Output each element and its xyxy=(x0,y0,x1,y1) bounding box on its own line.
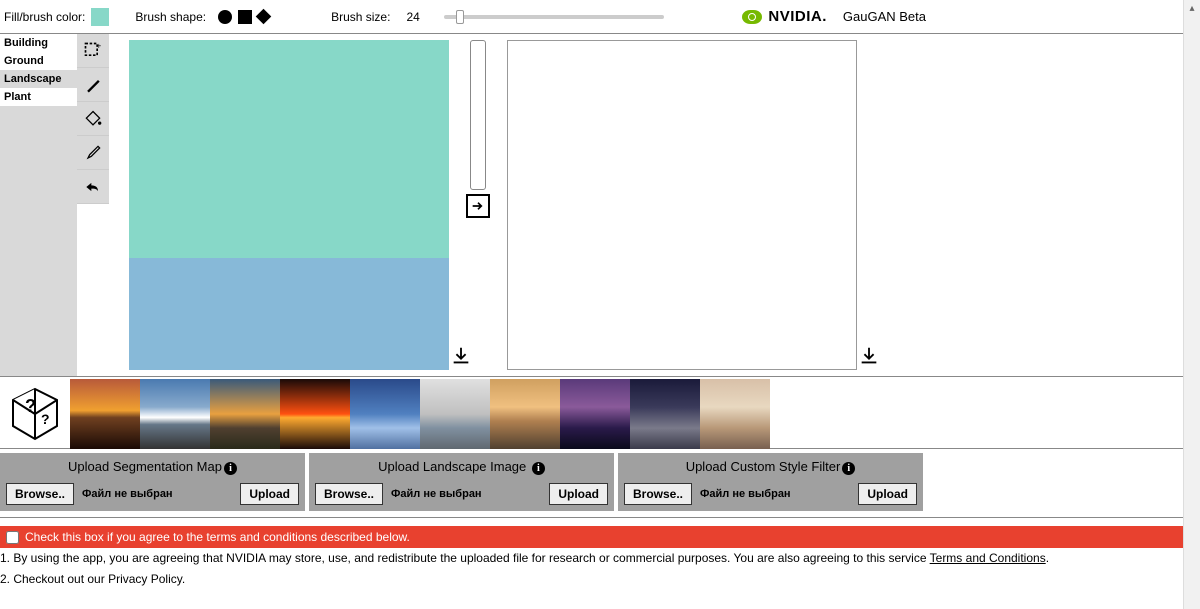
terms-section: Check this box if you agree to the terms… xyxy=(0,526,1200,590)
brush-shape-diamond[interactable] xyxy=(256,9,272,25)
upload-segmentation-card: Upload Segmentation Mapi Browse.. Файл н… xyxy=(0,453,305,511)
upload-landscape-card: Upload Landscape Image i Browse.. Файл н… xyxy=(309,453,614,511)
terms-checkbox[interactable] xyxy=(6,531,19,544)
scroll-up-arrow[interactable]: ▴ xyxy=(1184,0,1200,17)
brush-tool[interactable] xyxy=(77,68,109,102)
style-thumbnail-strip: ?? xyxy=(0,379,1200,449)
app-title: GauGAN Beta xyxy=(843,9,926,24)
nvidia-brand: NVIDIA. xyxy=(768,8,827,25)
fill-color-label: Fill/brush color: xyxy=(4,10,85,24)
page-scrollbar[interactable]: ▴ xyxy=(1183,0,1200,609)
style-thumb-5[interactable] xyxy=(350,379,420,449)
info-icon[interactable]: i xyxy=(532,462,545,475)
download-output-icon[interactable] xyxy=(857,344,881,368)
svg-text:+: + xyxy=(96,41,101,51)
fill-tool[interactable] xyxy=(77,102,109,136)
category-ground[interactable]: Ground xyxy=(0,52,77,70)
style-thumb-4[interactable] xyxy=(280,379,350,449)
output-canvas xyxy=(507,40,857,370)
style-file-status: Файл не выбран xyxy=(700,488,791,500)
brush-shape-label: Brush shape: xyxy=(135,10,206,24)
browse-style-button[interactable]: Browse.. xyxy=(624,483,692,505)
info-icon[interactable]: i xyxy=(842,462,855,475)
style-thumb-10[interactable] xyxy=(700,379,770,449)
upload-seg-title: Upload Segmentation Map xyxy=(68,459,222,474)
nvidia-logo-icon xyxy=(742,10,762,24)
eyedropper-tool[interactable] xyxy=(77,136,109,170)
svg-text:?: ? xyxy=(41,411,50,427)
category-building[interactable]: Building xyxy=(0,34,77,52)
brush-size-label: Brush size: xyxy=(331,10,390,24)
style-thumb-9[interactable] xyxy=(630,379,700,449)
seg-file-status: Файл не выбран xyxy=(82,488,173,500)
upload-style-title: Upload Custom Style Filter xyxy=(686,459,841,474)
upload-land-title: Upload Landscape Image xyxy=(378,459,530,474)
info-icon[interactable]: i xyxy=(224,462,237,475)
style-thumb-7[interactable] xyxy=(490,379,560,449)
terms-link[interactable]: Terms and Conditions xyxy=(930,551,1046,565)
undo-tool[interactable] xyxy=(77,170,109,204)
brush-shape-square[interactable] xyxy=(238,10,252,24)
terms-line-1: 1. By using the app, you are agreeing th… xyxy=(0,548,1200,569)
style-thumb-3[interactable] xyxy=(210,379,280,449)
upload-row: Upload Segmentation Mapi Browse.. Файл н… xyxy=(0,453,1200,518)
marquee-tool[interactable]: + xyxy=(77,34,109,68)
land-file-status: Файл не выбран xyxy=(391,488,482,500)
top-toolbar: Fill/brush color: Brush shape: Brush siz… xyxy=(0,0,1200,34)
style-thumb-6[interactable] xyxy=(420,379,490,449)
style-thumb-2[interactable] xyxy=(140,379,210,449)
style-thumb-8[interactable] xyxy=(560,379,630,449)
vertical-divider xyxy=(470,40,486,190)
main-workspace: Building Ground Landscape Plant + xyxy=(0,34,1200,377)
upload-style-card: Upload Custom Style Filteri Browse.. Фай… xyxy=(618,453,923,511)
browse-seg-button[interactable]: Browse.. xyxy=(6,483,74,505)
tool-column: + xyxy=(77,34,109,376)
style-thumb-1[interactable] xyxy=(70,379,140,449)
random-style-dice[interactable]: ?? xyxy=(0,379,70,449)
upload-style-button[interactable]: Upload xyxy=(858,483,917,505)
svg-text:?: ? xyxy=(25,396,36,416)
segmentation-canvas[interactable] xyxy=(129,40,449,370)
brush-color-swatch[interactable] xyxy=(91,8,109,26)
download-segmentation-icon[interactable] xyxy=(449,344,473,368)
browse-land-button[interactable]: Browse.. xyxy=(315,483,383,505)
upload-land-button[interactable]: Upload xyxy=(549,483,608,505)
terms-checkbox-label: Check this box if you agree to the terms… xyxy=(25,530,410,544)
brush-size-slider[interactable] xyxy=(444,15,664,19)
category-plant[interactable]: Plant xyxy=(0,88,77,106)
category-list: Building Ground Landscape Plant xyxy=(0,34,77,376)
brush-size-value: 24 xyxy=(406,10,419,24)
category-landscape[interactable]: Landscape xyxy=(0,70,77,88)
brush-shape-circle[interactable] xyxy=(218,10,232,24)
terms-line-2: 2. Checkout out our Privacy Policy. xyxy=(0,569,1200,590)
generate-arrow-button[interactable] xyxy=(466,194,490,218)
upload-seg-button[interactable]: Upload xyxy=(240,483,299,505)
